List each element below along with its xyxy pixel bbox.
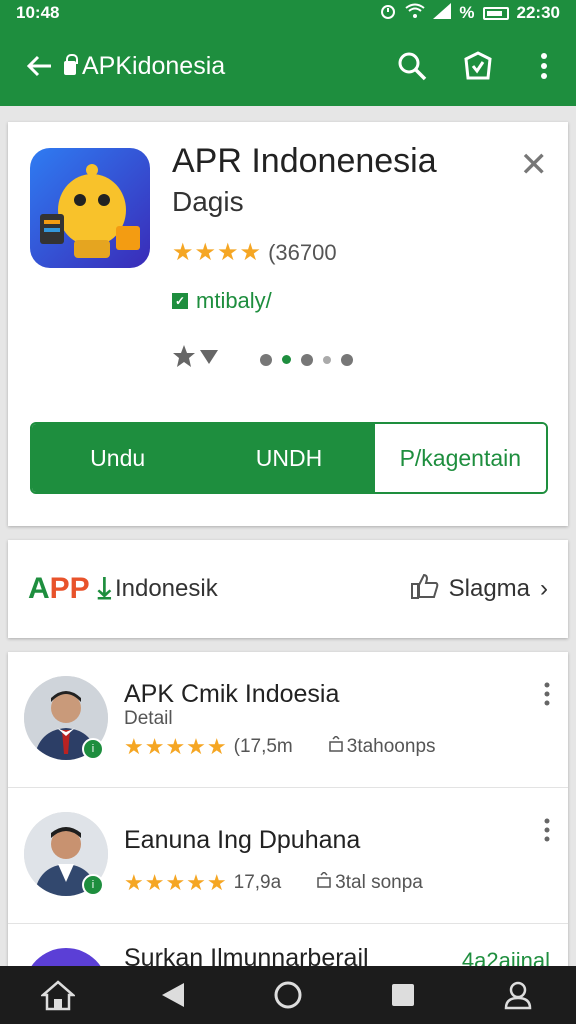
app-icon[interactable] <box>30 148 150 268</box>
status-time-right: 22:30 <box>516 3 560 22</box>
person-icon[interactable] <box>488 970 548 1020</box>
item-menu-icon[interactable] <box>544 682 550 710</box>
download-box-icon <box>329 734 343 758</box>
lock-icon <box>64 54 78 75</box>
list-item[interactable]: i Eanuna Ing Dpuhana ★★★★★ 17,9a 3tal so… <box>8 788 568 924</box>
list-item[interactable]: i APK Cmik Indoesia Detail ★★★★★ (17,5m … <box>8 652 568 788</box>
triangle-back-icon[interactable] <box>143 970 203 1020</box>
toolbar-actions <box>394 48 562 84</box>
alarm-icon <box>379 2 397 25</box>
item-downloads: 3tahoonps <box>329 734 436 758</box>
carousel-dot <box>260 353 272 366</box>
thumbs-up-icon <box>410 573 439 606</box>
app-name: APR Indonenesia <box>172 142 437 180</box>
battery-icon <box>482 6 509 20</box>
item-downloads: 3tal sonpa <box>317 870 423 894</box>
app-rating: ★★★★ (36700 <box>172 238 337 267</box>
app-developer[interactable]: Dagis <box>172 186 244 218</box>
wifi-icon <box>405 3 426 24</box>
download-arrow-icon: ⤓ <box>97 572 111 605</box>
status-icons: % 22:30 <box>379 2 560 25</box>
kebab-menu-icon[interactable] <box>526 48 562 84</box>
chevron-right-icon: › <box>540 575 548 602</box>
item-menu-icon[interactable] <box>544 818 550 846</box>
app-detail-card: APR Indonenesia Dagis ✕ ★★★★ (36700 ✓ mt… <box>8 122 568 526</box>
share-label: Slagma <box>448 575 530 602</box>
carousel-dot <box>341 353 353 366</box>
toolbar-title: APKidonesia <box>82 51 226 80</box>
item-meta: ★★★★★ 17,9a 3tal sonpa <box>124 870 423 896</box>
package-button[interactable]: P/kagentain <box>374 424 546 492</box>
circle-home-icon[interactable] <box>258 970 318 1020</box>
status-time: 10:48 <box>16 3 60 22</box>
system-nav-bar <box>0 966 576 1024</box>
star-rating-icons: ★★★★★ <box>124 734 228 759</box>
related-apps-list: i APK Cmik Indoesia Detail ★★★★★ (17,5m … <box>8 652 568 1024</box>
star-triangle-icon <box>172 344 222 375</box>
star-rating-icons: ★★★★ <box>172 239 263 266</box>
shield-store-icon[interactable] <box>460 48 496 84</box>
brand-name: Indonesik <box>114 575 218 602</box>
item-title: APK Cmik Indoesia <box>124 680 340 708</box>
download-button[interactable]: Undu <box>32 424 204 492</box>
download-box-icon <box>317 870 331 894</box>
battery-percent: % <box>459 3 475 22</box>
arrow-left-icon[interactable] <box>14 48 64 84</box>
share-link[interactable]: Slagma › <box>410 573 548 606</box>
carousel-dot <box>323 355 331 364</box>
star-rating-icons: ★★★★★ <box>124 870 228 895</box>
brand-card[interactable]: APP ⤓ Indonesik Slagma › <box>8 540 568 638</box>
item-rating-count: 17,9a <box>233 872 282 893</box>
item-rating-count: (17,5m <box>233 736 293 757</box>
verified-badge: i <box>82 874 104 896</box>
app-toolbar: APKidonesia <box>0 26 576 106</box>
meta-row <box>172 344 353 375</box>
home-icon[interactable] <box>28 970 88 1020</box>
editor-label: mtibaly/ <box>196 288 272 313</box>
square-recents-icon[interactable] <box>373 970 433 1020</box>
install-button[interactable]: UNDH <box>203 424 375 492</box>
action-button-group: Undu UNDH P/kagentain <box>30 422 548 494</box>
carousel-dot-active <box>282 355 291 364</box>
check-box-icon: ✓ <box>172 293 188 309</box>
brand-logo: APP <box>28 572 90 605</box>
carousel-dot <box>301 353 313 366</box>
item-title: Eanuna Ing Dpuhana <box>124 826 361 854</box>
status-bar: 10:48 % 22:30 <box>0 0 576 26</box>
item-subtitle: Detail <box>124 708 173 729</box>
signal-icon <box>433 2 452 24</box>
editor-badge: ✓ mtibaly/ <box>172 288 272 314</box>
verified-badge: i <box>82 738 104 760</box>
rating-count: (36700 <box>268 239 337 265</box>
item-meta: ★★★★★ (17,5m 3tahoonps <box>124 734 436 760</box>
search-icon[interactable] <box>394 48 430 84</box>
close-icon[interactable]: ✕ <box>520 148 549 182</box>
